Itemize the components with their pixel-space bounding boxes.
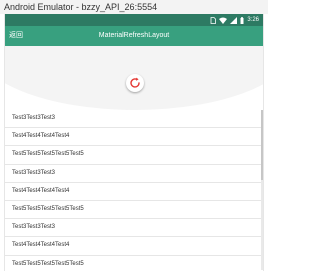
refresh-spinner	[126, 74, 144, 92]
item-list: Test3Test3Test3 Test4Test4Test4Test4 Tes…	[5, 110, 263, 271]
scrollbar-thumb[interactable]	[261, 110, 263, 180]
app-bar: 返回 MaterialRefreshLayout	[5, 26, 263, 46]
list-item[interactable]: Test3Test3Test3	[5, 110, 263, 129]
emulator-title-bar: Android Emulator - bzzy_API_26:5554	[0, 0, 268, 14]
list-item[interactable]: Test5Test5Test5Test5Test5	[5, 146, 263, 165]
list-item[interactable]: Test5Test5Test5Test5Test5	[5, 255, 263, 271]
list-item[interactable]: Test4Test4Test4Test4	[5, 182, 263, 201]
refresh-icon	[130, 77, 140, 88]
device-screen: 3:26 返回 MaterialRefreshLayout Test3Test3…	[4, 14, 264, 271]
status-bar: 3:26	[5, 14, 263, 26]
app-title: MaterialRefreshLayout	[98, 32, 170, 39]
status-time: 3:26	[247, 17, 259, 23]
list-item[interactable]: Test4Test4Test4Test4	[5, 128, 263, 147]
list-item[interactable]: Test5Test5Test5Test5Test5	[5, 200, 263, 220]
scrollbar[interactable]	[261, 110, 263, 270]
list-item[interactable]: Test4Test4Test4Test4	[5, 237, 263, 256]
list-item[interactable]: Test3Test3Test3	[5, 164, 263, 183]
list-item[interactable]: Test3Test3Test3	[5, 219, 263, 238]
window-title: Android Emulator - bzzy_API_26:5554	[4, 2, 158, 12]
pull-to-refresh-area[interactable]	[5, 46, 263, 110]
status-icons: 3:26	[210, 15, 259, 25]
